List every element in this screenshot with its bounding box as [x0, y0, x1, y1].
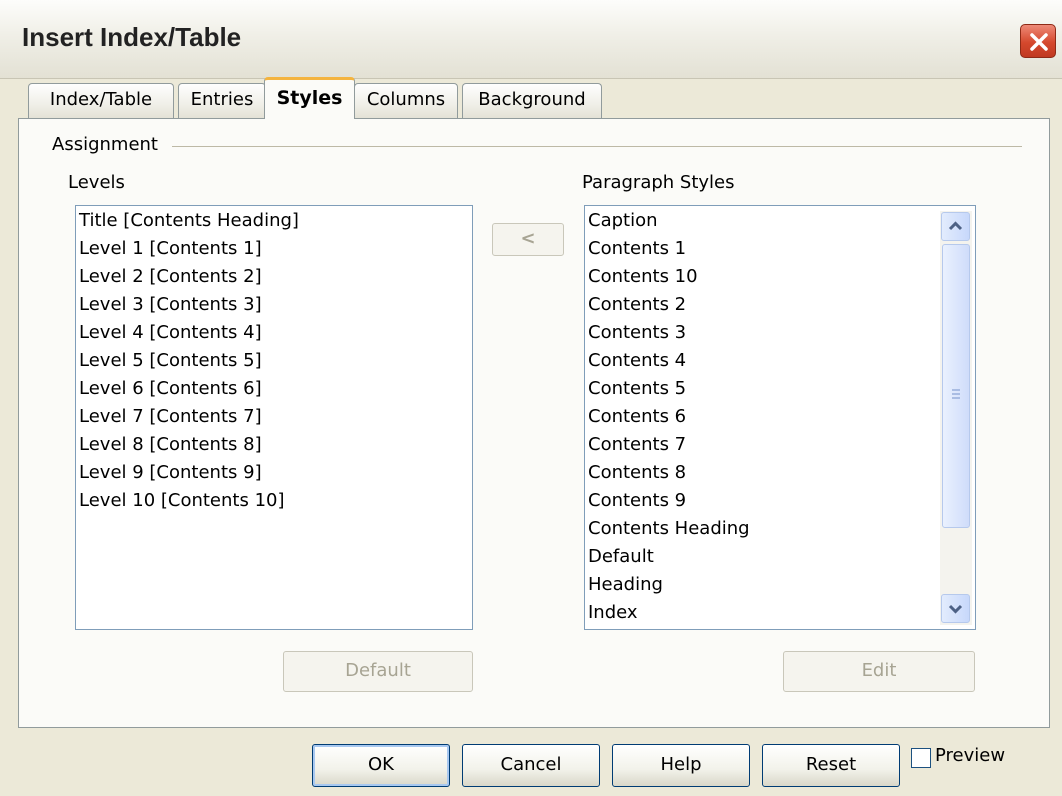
tab-entries[interactable]: Entries	[178, 83, 266, 118]
preview-checkbox[interactable]	[911, 748, 931, 768]
list-item[interactable]: Default	[588, 543, 654, 571]
dialog-title: Insert Index/Table	[22, 22, 242, 52]
cancel-label: Cancel	[500, 754, 562, 775]
chevron-down-icon	[948, 604, 963, 614]
tab-index-table[interactable]: Index/Table	[28, 83, 174, 118]
ok-button[interactable]: OK	[312, 744, 450, 787]
list-item[interactable]: Heading	[588, 571, 663, 599]
tab-label: Background	[478, 89, 586, 110]
default-button[interactable]: Default	[283, 651, 473, 692]
list-item[interactable]: Level 9 [Contents 9]	[79, 459, 262, 487]
reset-button[interactable]: Reset	[762, 744, 900, 787]
paragraph-styles-label: Paragraph Styles	[582, 172, 735, 193]
list-item[interactable]: Level 6 [Contents 6]	[79, 375, 262, 403]
cancel-button[interactable]: Cancel	[462, 744, 600, 787]
list-item[interactable]: Level 8 [Contents 8]	[79, 431, 262, 459]
styles-scrollbar[interactable]	[940, 211, 972, 625]
tab-columns[interactable]: Columns	[354, 83, 458, 118]
reset-label: Reset	[805, 754, 857, 775]
scroll-down-arrow[interactable]	[941, 594, 970, 623]
list-item[interactable]: Contents Heading	[588, 515, 750, 543]
list-item[interactable]: Index	[588, 599, 638, 627]
chevron-up-icon	[948, 221, 963, 231]
list-item[interactable]: Level 5 [Contents 5]	[79, 347, 262, 375]
list-item[interactable]: Contents 8	[588, 459, 686, 487]
list-item[interactable]: Level 3 [Contents 3]	[79, 291, 262, 319]
edit-button[interactable]: Edit	[783, 651, 975, 692]
tab-background[interactable]: Background	[462, 83, 602, 118]
tab-styles[interactable]: Styles	[264, 77, 355, 119]
list-item[interactable]: Contents 6	[588, 403, 686, 431]
assign-style-label: <	[520, 228, 536, 249]
tab-label: Index/Table	[49, 89, 153, 110]
list-item[interactable]: Contents 5	[588, 375, 686, 403]
tab-label: Columns	[366, 89, 446, 110]
assign-style-button[interactable]: <	[492, 223, 564, 256]
close-icon	[1030, 33, 1048, 51]
grip-icon	[952, 389, 960, 399]
list-item[interactable]: Contents 1	[588, 235, 686, 263]
list-item[interactable]: Level 7 [Contents 7]	[79, 403, 262, 431]
list-item[interactable]: Title [Contents Heading]	[79, 207, 299, 235]
list-item[interactable]: Contents 4	[588, 347, 686, 375]
title-bar[interactable]: Insert Index/Table	[0, 0, 1062, 79]
edit-button-label: Edit	[861, 660, 897, 681]
list-item[interactable]: Contents 3	[588, 319, 686, 347]
insert-index-table-dialog: Insert Index/Table Index/Table Entries S…	[0, 0, 1062, 796]
assignment-group-label: Assignment	[52, 134, 158, 155]
list-item[interactable]: Level 1 [Contents 1]	[79, 235, 262, 263]
preview-label[interactable]: Preview	[935, 745, 1005, 766]
paragraph-styles-list[interactable]: Caption Contents 1 Contents 10 Contents 2 Co…	[584, 205, 976, 630]
default-button-label: Default	[345, 660, 411, 681]
help-label: Help	[660, 754, 702, 775]
levels-list[interactable]: Title [Contents Heading] Level 1 [Content…	[75, 205, 473, 630]
help-button[interactable]: Help	[612, 744, 750, 787]
list-item[interactable]: Contents 2	[588, 291, 686, 319]
close-button[interactable]	[1020, 24, 1056, 58]
levels-label: Levels	[68, 172, 125, 193]
list-item[interactable]: Level 4 [Contents 4]	[79, 319, 262, 347]
list-item[interactable]: Contents 9	[588, 487, 686, 515]
scroll-up-arrow[interactable]	[941, 212, 970, 241]
list-item[interactable]: Contents 7	[588, 431, 686, 459]
list-item[interactable]: Level 2 [Contents 2]	[79, 263, 262, 291]
list-item[interactable]: Contents 10	[588, 263, 698, 291]
tab-label: Entries	[190, 89, 254, 110]
tab-label: Styles	[276, 87, 343, 109]
list-item[interactable]: Caption	[588, 207, 658, 235]
scroll-thumb[interactable]	[942, 244, 970, 528]
list-item[interactable]: Level 10 [Contents 10]	[79, 487, 285, 515]
ok-label: OK	[368, 754, 394, 775]
group-divider	[172, 146, 1022, 147]
